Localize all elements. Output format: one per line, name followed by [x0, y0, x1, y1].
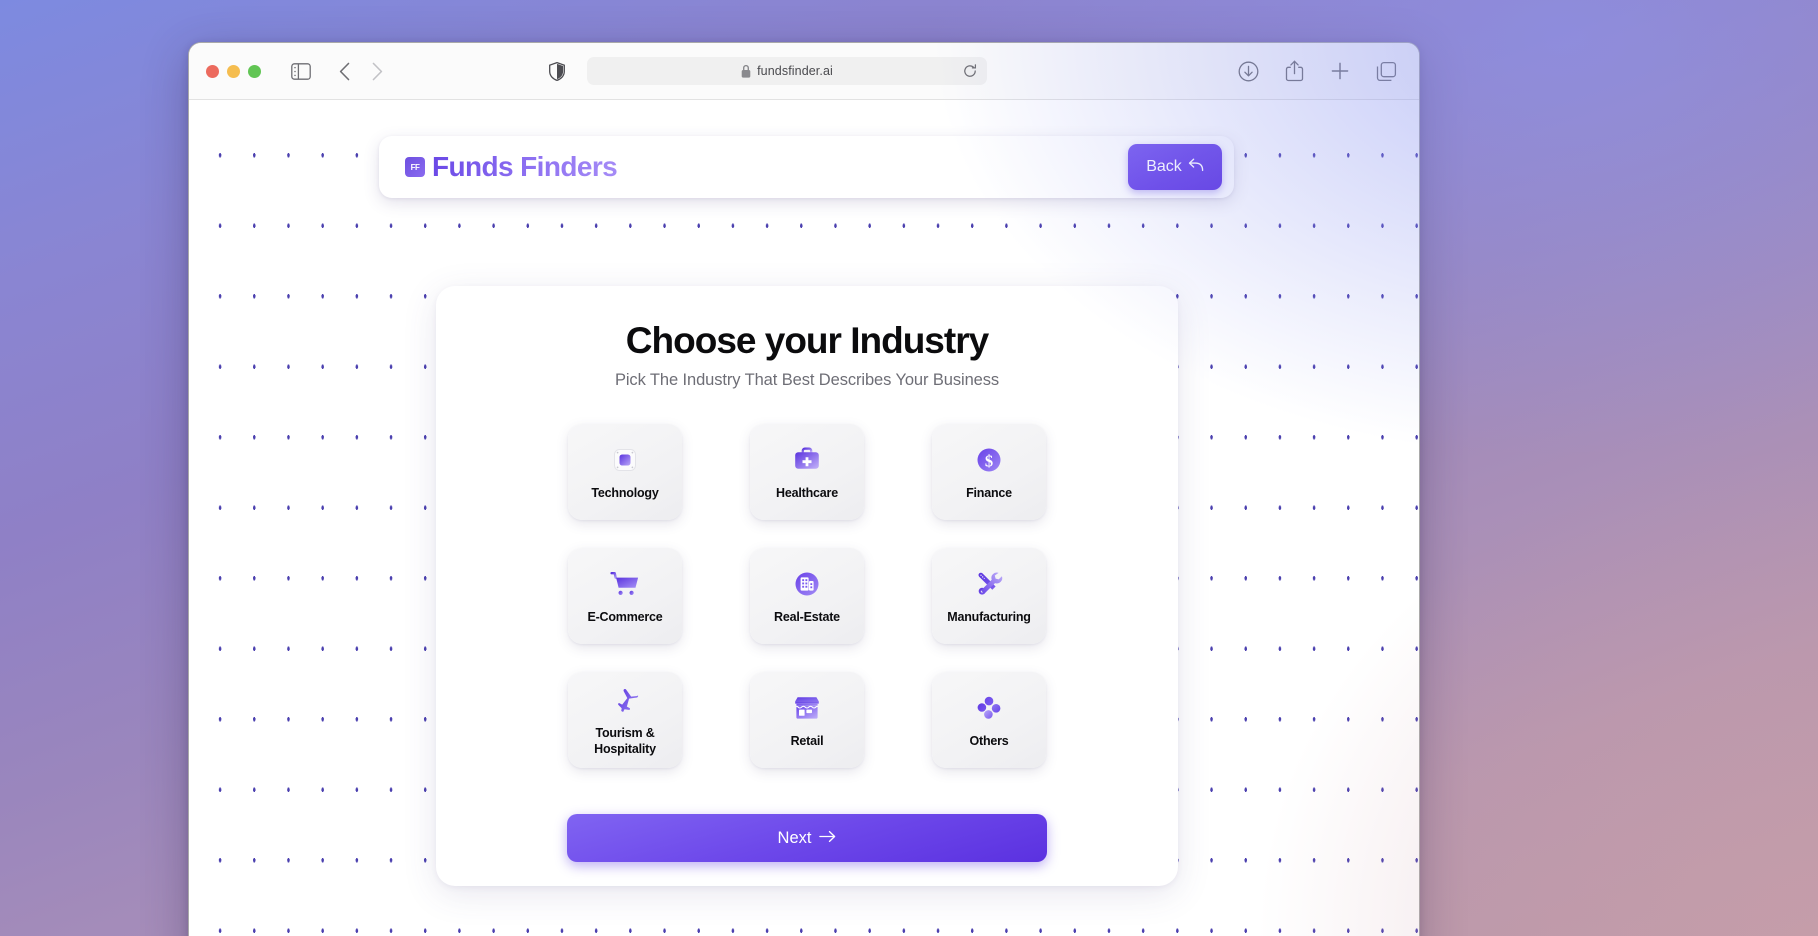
industry-label: Finance	[966, 486, 1012, 500]
industry-option-technology[interactable]: Technology	[568, 424, 682, 520]
nav-back-icon[interactable]	[339, 62, 350, 81]
back-button-label: Back	[1146, 158, 1182, 175]
industry-label: Tourism & Hospitality	[594, 726, 656, 756]
shopping-cart-icon	[608, 567, 642, 601]
industry-label: Manufacturing	[947, 610, 1031, 624]
safari-browser-window: fundsfinder.ai FF Funds Finders Back Cho…	[188, 42, 1420, 936]
brand-logo[interactable]: FF Funds Finders	[405, 151, 618, 183]
next-button[interactable]: Next	[567, 814, 1047, 862]
nav-forward-icon[interactable]	[372, 62, 383, 81]
window-traffic-lights	[206, 64, 261, 78]
industry-label: Healthcare	[776, 486, 838, 500]
industry-label: Others	[969, 734, 1009, 748]
minimize-window-button[interactable]	[227, 64, 240, 78]
address-bar[interactable]: fundsfinder.ai	[587, 57, 987, 85]
dollar-circle-icon: $	[972, 443, 1006, 477]
brand-name: Funds Finders	[432, 151, 618, 182]
building-circle-icon	[790, 567, 824, 601]
desktop-background: fundsfinder.ai FF Funds Finders Back Cho…	[0, 0, 1818, 936]
industry-label: Retail	[790, 734, 824, 748]
maximize-window-button[interactable]	[248, 64, 261, 78]
industry-label: E-Commerce	[587, 610, 663, 624]
industry-option-retail[interactable]: Retail	[750, 672, 864, 768]
next-button-label: Next	[777, 828, 812, 847]
industry-label: Real-Estate	[774, 610, 840, 624]
industry-option-manufacturing[interactable]: Manufacturing	[932, 548, 1046, 644]
app-header-bar: FF Funds Finders Back	[379, 136, 1234, 198]
share-icon[interactable]	[1285, 60, 1304, 82]
page-subtitle: Pick The Industry That Best Describes Yo…	[614, 371, 1000, 389]
four-dots-icon	[972, 691, 1006, 725]
industry-grid: Technology Healthcare $ Finance E-Commer…	[568, 424, 1046, 768]
reload-icon[interactable]	[963, 64, 977, 78]
download-icon[interactable]	[1238, 61, 1259, 82]
toolbar-right-group	[1238, 60, 1397, 82]
airplane-icon	[608, 683, 642, 717]
industry-option-others[interactable]: Others	[932, 672, 1046, 768]
sidebar-toggle-icon[interactable]	[291, 62, 311, 80]
privacy-shield-icon[interactable]	[549, 61, 565, 81]
undo-arrow-icon	[1188, 158, 1204, 177]
page-title: Choose your Industry	[625, 320, 989, 361]
arrow-right-icon	[819, 829, 836, 848]
page-viewport: FF Funds Finders Back Choose your Indust…	[189, 100, 1419, 936]
industry-option-healthcare[interactable]: Healthcare	[750, 424, 864, 520]
svg-text:$: $	[985, 451, 993, 470]
back-button[interactable]: Back	[1128, 144, 1222, 190]
close-window-button[interactable]	[206, 64, 219, 78]
industry-label: Technology	[591, 486, 659, 500]
tab-overview-icon[interactable]	[1376, 61, 1397, 82]
medical-briefcase-icon	[790, 443, 824, 477]
cpu-chip-icon	[608, 443, 642, 477]
brand-badge-icon: FF	[405, 157, 425, 177]
browser-toolbar: fundsfinder.ai	[189, 43, 1419, 100]
lock-icon	[741, 64, 751, 78]
industry-option-finance[interactable]: $ Finance	[932, 424, 1046, 520]
industry-option-e-commerce[interactable]: E-Commerce	[568, 548, 682, 644]
wrench-screwdriver-icon	[972, 567, 1006, 601]
storefront-icon	[790, 691, 824, 725]
industry-option-tourism-hospitality[interactable]: Tourism & Hospitality	[568, 672, 682, 768]
url-text: fundsfinder.ai	[757, 64, 833, 78]
industry-selection-card: Choose your Industry Pick The Industry T…	[436, 286, 1178, 886]
industry-option-real-estate[interactable]: Real-Estate	[750, 548, 864, 644]
plus-icon[interactable]	[1330, 61, 1350, 81]
